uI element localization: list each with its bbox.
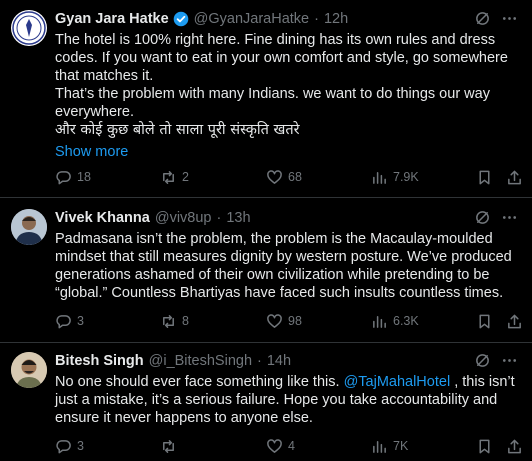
- reply-count: 3: [77, 439, 84, 453]
- tweet-paragraph: और कोई कुछ बोले तो साला पूरी संस्कृति खत…: [55, 122, 300, 138]
- bookmark-button[interactable]: [476, 167, 493, 187]
- tweet-paragraph: The hotel is 100% right here. Fine dinin…: [55, 32, 508, 84]
- views-icon: [373, 171, 386, 184]
- reply-icon: [56, 170, 71, 184]
- grok-icon[interactable]: [474, 209, 491, 226]
- share-icon: [508, 314, 521, 328]
- share-button[interactable]: [506, 167, 523, 187]
- repost-count: 8: [182, 314, 189, 328]
- grok-icon[interactable]: [474, 10, 491, 27]
- views-icon: [373, 315, 386, 328]
- author-handle[interactable]: @i_BiteshSingh: [149, 353, 252, 369]
- tweet-3[interactable]: Bitesh Singh @i_BiteshSingh · 14h No one…: [0, 343, 532, 461]
- tweet-text: Padmasana isn’t the problem, the problem…: [55, 231, 512, 301]
- repost-button[interactable]: 2: [160, 167, 189, 187]
- more-icon[interactable]: [501, 10, 518, 27]
- views-icon: [373, 440, 386, 453]
- like-count: 4: [288, 439, 295, 453]
- like-button[interactable]: 68: [266, 167, 302, 187]
- profile-photo-icon: [11, 352, 47, 388]
- like-icon: [267, 438, 282, 453]
- reply-count: 18: [77, 170, 91, 184]
- views-count: 7K: [393, 439, 409, 453]
- views-button[interactable]: 6.3K: [371, 311, 419, 331]
- bookmark-button[interactable]: [476, 436, 493, 456]
- author-name[interactable]: Bitesh Singh: [55, 353, 144, 369]
- like-icon: [267, 169, 282, 184]
- views-button[interactable]: 7.9K: [371, 167, 419, 187]
- bookmark-icon: [479, 170, 490, 184]
- author-name[interactable]: Vivek Khanna: [55, 210, 150, 226]
- author-handle[interactable]: @viv8up: [155, 210, 212, 226]
- tweet-text: The hotel is 100% right here. Fine dinin…: [55, 31, 520, 161]
- avatar[interactable]: [11, 10, 47, 46]
- dot-separator: ·: [216, 210, 222, 226]
- timestamp[interactable]: 12h: [324, 11, 348, 27]
- bookmark-button[interactable]: [476, 311, 493, 331]
- share-button[interactable]: [506, 311, 523, 331]
- grok-icon[interactable]: [474, 352, 491, 369]
- dot-separator: ·: [257, 353, 262, 369]
- avatar[interactable]: [11, 352, 47, 388]
- like-button[interactable]: 98: [266, 311, 302, 331]
- timestamp[interactable]: 14h: [267, 353, 291, 369]
- tweet-paragraph: That’s the problem with many Indians. we…: [55, 86, 490, 120]
- repost-icon: [163, 439, 174, 453]
- show-more-link[interactable]: Show more: [55, 143, 520, 161]
- more-icon[interactable]: [501, 352, 518, 369]
- reply-icon: [56, 314, 71, 328]
- tweet-2[interactable]: Vivek Khanna @viv8up · 13h Padmasana isn…: [0, 198, 532, 343]
- reply-button[interactable]: 18: [55, 167, 91, 187]
- tweet-1[interactable]: Gyan Jara Hatke @GyanJaraHatke · 12h The…: [0, 0, 532, 198]
- reply-icon: [56, 439, 71, 453]
- reply-button[interactable]: 3: [55, 436, 84, 456]
- like-count: 68: [288, 170, 302, 184]
- avatar[interactable]: [11, 209, 47, 245]
- repost-button[interactable]: [160, 436, 182, 456]
- verified-badge-icon: [173, 11, 189, 27]
- reply-button[interactable]: 3: [55, 311, 84, 331]
- dot-separator: ·: [314, 11, 319, 27]
- tweet-text: No one should ever face something like t…: [55, 373, 520, 427]
- author-handle[interactable]: @GyanJaraHatke: [194, 11, 309, 27]
- repost-count: 2: [182, 170, 189, 184]
- emblem-logo-icon: [12, 11, 46, 45]
- bookmark-icon: [479, 314, 490, 328]
- profile-photo-icon: [11, 209, 47, 245]
- author-name[interactable]: Gyan Jara Hatke: [55, 11, 169, 27]
- timestamp[interactable]: 13h: [226, 210, 250, 226]
- views-count: 6.3K: [393, 314, 419, 328]
- bookmark-icon: [479, 439, 490, 453]
- repost-icon: [163, 170, 174, 184]
- like-count: 98: [288, 314, 302, 328]
- like-icon: [267, 313, 282, 328]
- tweet-text-start: No one should ever face something like t…: [55, 374, 344, 390]
- share-icon: [508, 439, 521, 453]
- views-count: 7.9K: [393, 170, 419, 184]
- reply-count: 3: [77, 314, 84, 328]
- share-button[interactable]: [506, 436, 523, 456]
- like-button[interactable]: 4: [266, 436, 295, 456]
- views-button[interactable]: 7K: [371, 436, 408, 456]
- mention-link[interactable]: @TajMahalHotel: [344, 374, 451, 390]
- more-icon[interactable]: [501, 209, 518, 226]
- share-icon: [508, 170, 521, 184]
- repost-icon: [163, 314, 174, 328]
- repost-button[interactable]: 8: [160, 311, 189, 331]
